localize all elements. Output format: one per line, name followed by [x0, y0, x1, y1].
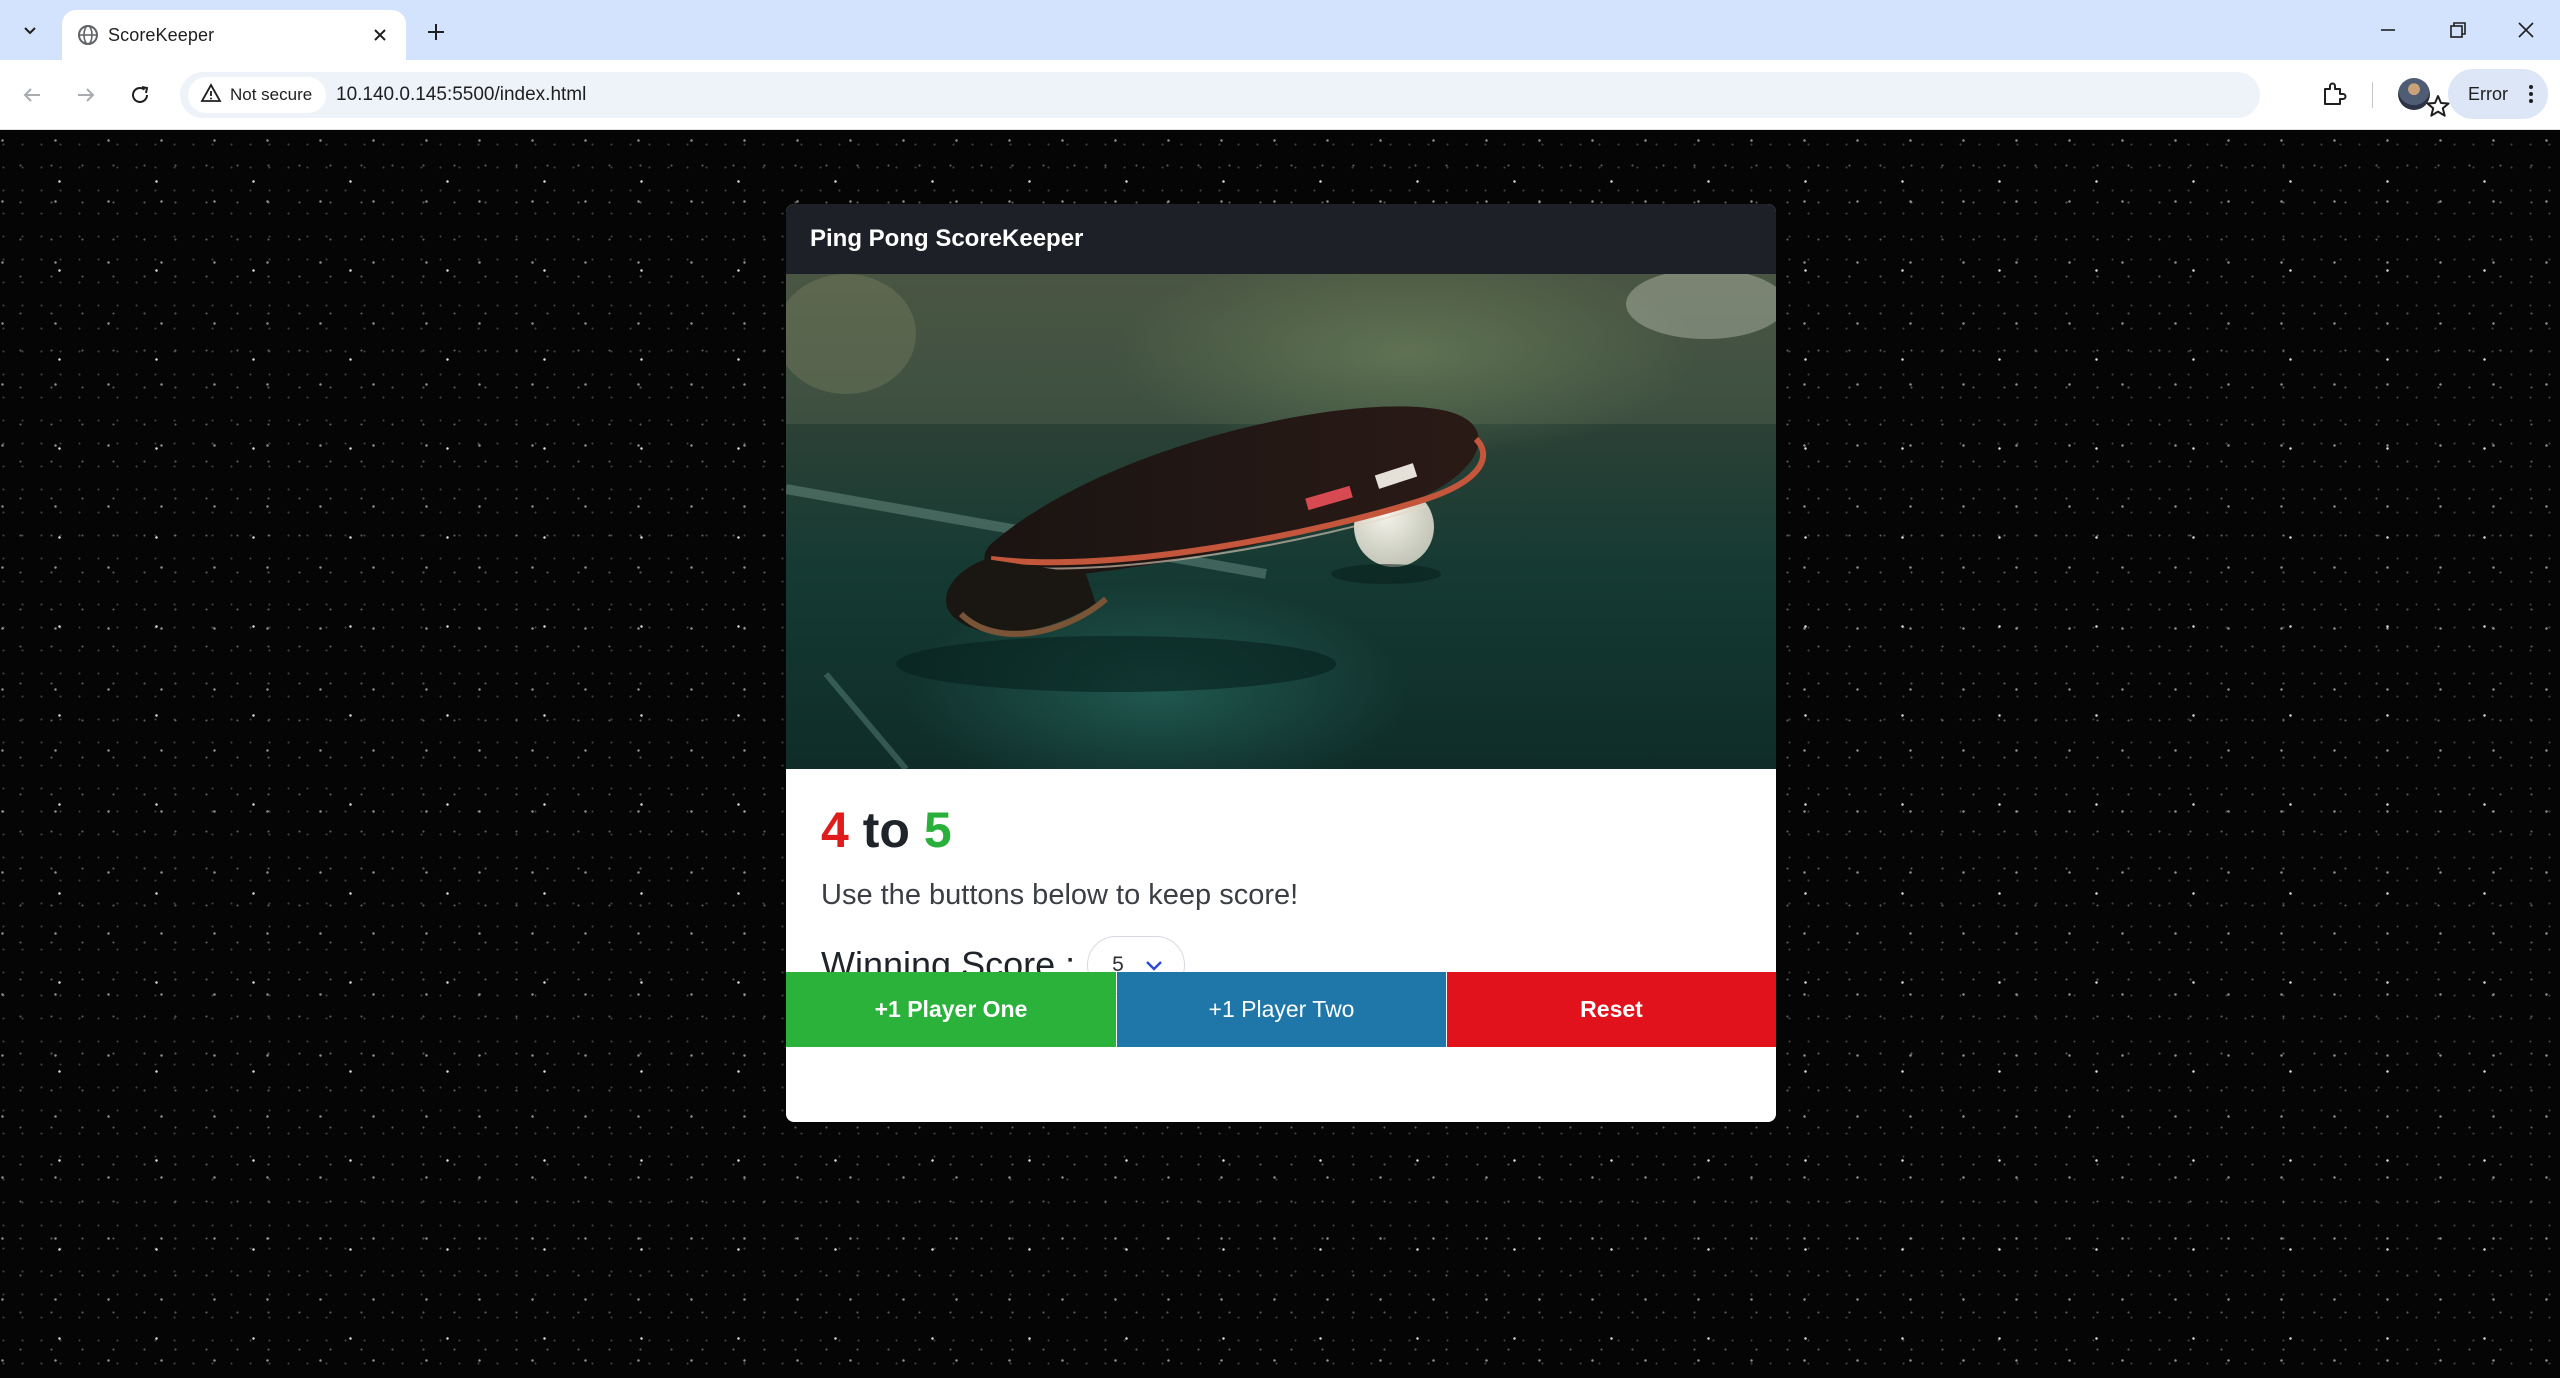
- security-label: Not secure: [230, 85, 313, 104]
- profile-status-label: Error: [2468, 83, 2508, 104]
- reset-button[interactable]: Reset: [1447, 972, 1776, 1047]
- more-options-icon[interactable]: [2528, 84, 2534, 109]
- browser-toolbar: Not secure 10.140.0.145:5500/index.html …: [0, 60, 2560, 130]
- security-chip[interactable]: Not secure: [188, 77, 326, 113]
- minimize-icon[interactable]: [2364, 12, 2412, 48]
- tab-title: ScoreKeeper: [108, 25, 215, 45]
- profile-avatar[interactable]: [2398, 78, 2430, 110]
- card-body: 4 to 5 Use the buttons below to keep sco…: [786, 769, 1776, 1047]
- reload-icon[interactable]: [120, 75, 160, 115]
- address-bar[interactable]: Not secure 10.140.0.145:5500/index.html: [180, 72, 2450, 118]
- add-player-one-button[interactable]: +1 Player One: [786, 972, 1116, 1047]
- page-viewport: Ping Pong ScoreKeeper 4 to 5 Use the but…: [0, 130, 2560, 1378]
- forward-arrow-icon[interactable]: [66, 75, 106, 115]
- scorekeeper-card: Ping Pong ScoreKeeper 4 to 5 Use the but…: [786, 204, 1776, 1122]
- extensions-puzzle-icon[interactable]: [2316, 76, 2352, 112]
- score-display: 4 to 5: [821, 805, 1741, 855]
- instructions-text: Use the buttons below to keep score!: [821, 879, 1299, 911]
- toolbar-divider: [2372, 82, 2373, 108]
- browser-tab[interactable]: ScoreKeeper: [62, 10, 406, 60]
- button-row: +1 Player One +1 Player Two Reset: [786, 972, 1776, 1047]
- globe-icon: [76, 23, 100, 47]
- add-player-two-button[interactable]: +1 Player Two: [1117, 972, 1446, 1047]
- url-text[interactable]: 10.140.0.145:5500/index.html: [336, 84, 586, 106]
- player-one-score: 4: [821, 802, 849, 858]
- close-window-icon[interactable]: [2502, 12, 2550, 48]
- card-header: Ping Pong ScoreKeeper: [786, 204, 1776, 274]
- restore-window-icon[interactable]: [2434, 12, 2482, 48]
- app-title: Ping Pong ScoreKeeper: [810, 225, 1084, 252]
- new-tab-plus-icon[interactable]: [420, 16, 452, 48]
- browser-tab-strip: ScoreKeeper: [0, 0, 2560, 60]
- player-two-score: 5: [923, 802, 952, 858]
- tab-search-chevron-icon[interactable]: [14, 14, 46, 46]
- ping-pong-image: [786, 274, 1776, 769]
- score-separator: to: [862, 802, 910, 858]
- warning-triangle-icon: [200, 82, 222, 109]
- profile-error-chip[interactable]: Error: [2448, 69, 2548, 119]
- close-tab-icon[interactable]: [368, 23, 392, 47]
- back-arrow-icon[interactable]: [12, 75, 52, 115]
